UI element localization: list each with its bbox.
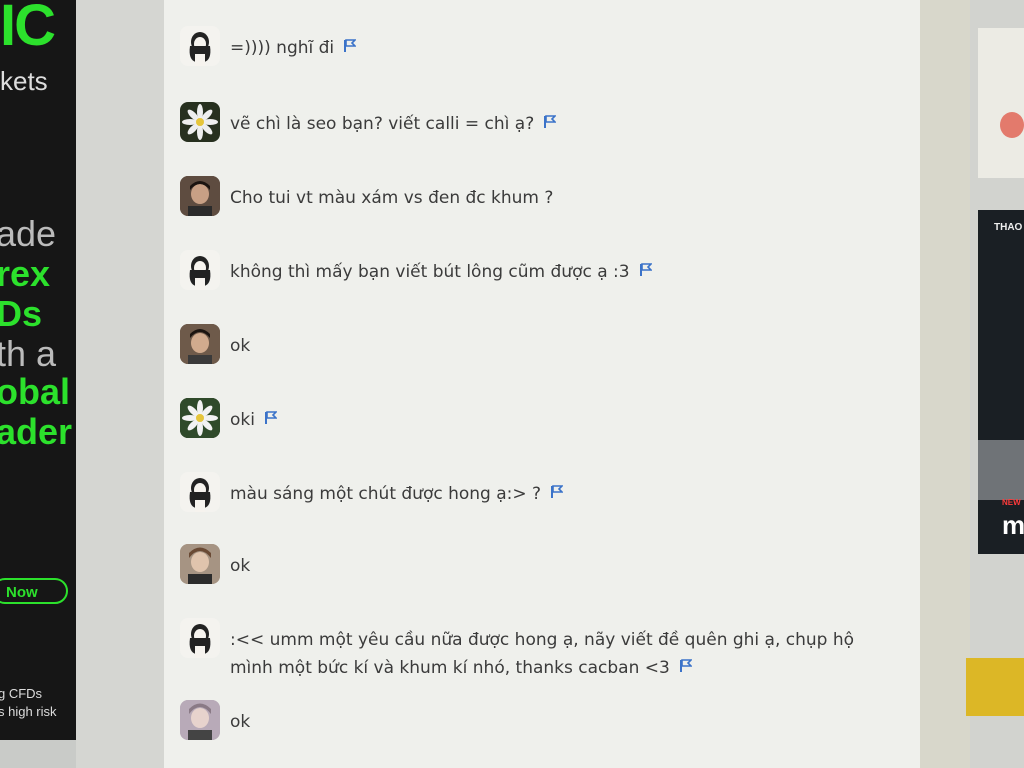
right-ad-card[interactable] xyxy=(978,28,1024,178)
ad-line-1: ade xyxy=(0,213,57,254)
message-text: :<< umm một yêu cầu nữa được hong ạ, nãy… xyxy=(230,626,870,682)
message-text: không thì mấy bạn viết bút lông cũm được… xyxy=(230,258,870,286)
avatar[interactable] xyxy=(180,102,220,142)
girl-avatar-icon xyxy=(189,624,211,658)
avatar[interactable] xyxy=(180,324,220,364)
avatar[interactable] xyxy=(180,176,220,216)
left-advertisement[interactable]: IC kets ade rex Ds th a obal ader Now g … xyxy=(0,0,76,740)
girl-avatar-icon xyxy=(189,478,211,512)
flower-avatar-icon xyxy=(180,398,220,438)
message-text: ok xyxy=(230,336,251,356)
ad-cta-label: Now xyxy=(6,584,38,601)
flag-icon[interactable] xyxy=(544,110,558,138)
avatar[interactable] xyxy=(180,544,220,584)
ad-line-6: ader xyxy=(0,411,73,452)
avatar[interactable] xyxy=(180,250,220,290)
message-text: màu sáng một chút được hong ạ:> ? xyxy=(230,480,870,508)
right-ad-label: THAO xyxy=(994,222,1023,233)
person-avatar-icon xyxy=(180,176,220,216)
right-margin xyxy=(920,0,970,768)
flag-icon[interactable] xyxy=(264,406,278,434)
ad-line-3: Ds xyxy=(0,293,43,334)
ad-cta-button[interactable]: Now xyxy=(0,578,68,604)
flag-icon[interactable] xyxy=(551,480,565,508)
right-ad-yellow-block[interactable] xyxy=(966,658,1024,716)
message-text: vẽ chì là seo bạn? viết calli = chì ạ? xyxy=(230,110,870,138)
girl-avatar-icon xyxy=(189,256,211,290)
right-ad-new-label: NEW xyxy=(1002,498,1021,507)
ad-line-4: th a xyxy=(0,333,57,374)
chat-panel[interactable]: =)))) nghĩ đi vẽ chì là seo bạn? viết ca… xyxy=(164,0,920,768)
right-ad-banner[interactable]: THAO NEW m xyxy=(978,210,1024,554)
message-text: oki xyxy=(230,406,870,434)
ad-line-2: rex xyxy=(0,253,51,294)
flag-icon[interactable] xyxy=(639,258,653,286)
ad-line-5: obal xyxy=(0,371,71,412)
flag-icon[interactable] xyxy=(344,34,358,62)
avatar[interactable] xyxy=(180,618,220,658)
avatar[interactable] xyxy=(180,700,220,740)
person-avatar-icon xyxy=(180,700,220,740)
flag-icon[interactable] xyxy=(679,654,693,682)
ad-subtitle: kets xyxy=(0,66,48,96)
ad-fine-print-1: g CFDs xyxy=(0,686,43,701)
avatar[interactable] xyxy=(180,398,220,438)
message-text: ok xyxy=(230,712,251,732)
message-text: =)))) nghĩ đi xyxy=(230,34,870,62)
right-ad-road-image xyxy=(978,440,1024,500)
girl-avatar-icon xyxy=(189,32,211,66)
ad-brand-logo: IC xyxy=(0,0,56,58)
flower-avatar-icon xyxy=(182,104,218,140)
avatar[interactable] xyxy=(180,26,220,66)
right-ad-logo-letter: m xyxy=(1002,510,1024,540)
right-ad-logo-icon xyxy=(1000,112,1024,138)
message-text: ok xyxy=(230,556,251,576)
message-text: Cho tui vt màu xám vs đen đc khum ? xyxy=(230,188,554,208)
avatar[interactable] xyxy=(180,472,220,512)
ad-fine-print-2: s high risk xyxy=(0,704,57,719)
person-avatar-icon xyxy=(180,324,220,364)
page-gutter xyxy=(76,0,164,768)
person-avatar-icon xyxy=(180,544,220,584)
